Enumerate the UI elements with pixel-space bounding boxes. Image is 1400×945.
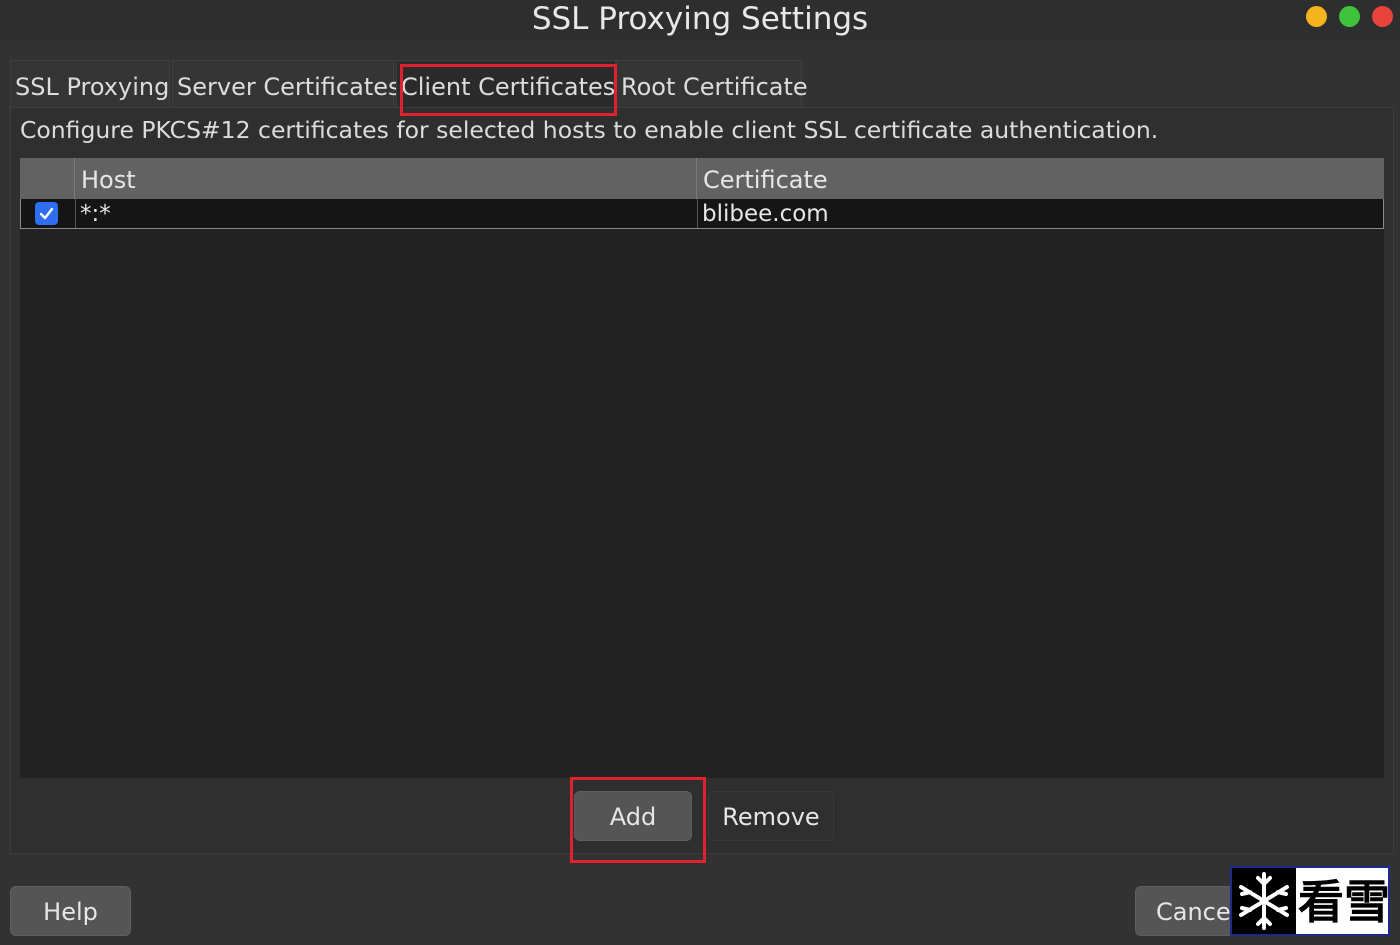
row-certificate-cell: blibee.com [697,199,1383,228]
window-title: SSL Proxying Settings [531,1,869,37]
tab-root-certificate[interactable]: Root Certificate [616,60,808,108]
tab-server-certificates[interactable]: Server Certificates [172,60,401,108]
enabled-checkbox[interactable] [35,202,58,225]
title-bar: SSL Proxying Settings [0,0,1400,40]
client-certificates-table: Host Certificate *:* blibee.com [20,158,1384,778]
column-header-certificate[interactable]: Certificate [696,158,1384,199]
column-header-enabled[interactable] [20,158,74,199]
row-enabled-cell [21,199,75,228]
tab-ssl-proxying[interactable]: SSL Proxying [10,60,170,108]
table-row[interactable]: *:* blibee.com [20,199,1384,229]
minimize-button[interactable] [1306,6,1327,27]
help-button[interactable]: Help [10,886,131,936]
tab-client-certificates[interactable]: Client Certificates [396,60,616,108]
row-host-cell: *:* [75,199,697,228]
checkmark-icon [39,207,54,220]
close-button[interactable] [1372,6,1393,27]
panel-description: Configure PKCS#12 certificates for selec… [20,116,1159,144]
maximize-button[interactable] [1339,6,1360,27]
watermark-logo: 看雪 [1230,866,1390,936]
column-header-host[interactable]: Host [74,158,696,199]
add-button[interactable]: Add [574,791,692,841]
snowflake-icon [1232,868,1296,934]
remove-button[interactable]: Remove [708,791,834,841]
watermark-text: 看雪 [1298,875,1390,929]
table-header: Host Certificate [20,158,1384,199]
